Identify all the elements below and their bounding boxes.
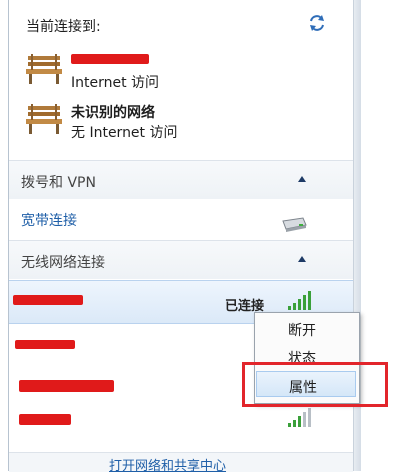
wifi-signal-icon xyxy=(288,408,311,427)
modem-icon xyxy=(282,217,307,232)
chevron-up-icon[interactable] xyxy=(297,255,307,263)
redacted-network-name xyxy=(71,54,149,64)
wifi-signal-icon xyxy=(288,291,311,310)
current-connection-heading: 当前连接到: xyxy=(26,19,101,35)
network-name: 未识别的网络 xyxy=(71,105,155,121)
dialup-vpn-section-header[interactable]: 拨号和 VPN xyxy=(9,160,353,199)
open-network-center-link[interactable]: 打开网络和共享中心 xyxy=(109,455,226,474)
highlight-annotation xyxy=(242,362,388,407)
redacted-wifi-name xyxy=(19,414,71,425)
network-item-unidentified[interactable]: 未识别的网络 无 Internet 访问 xyxy=(25,102,335,144)
broadband-connection-link[interactable]: 宽带连接 xyxy=(21,210,77,230)
chevron-up-icon[interactable] xyxy=(297,175,307,183)
menu-item-disconnect[interactable]: 断开 xyxy=(256,315,356,341)
network-item-connected[interactable]: Internet 访问 xyxy=(25,52,335,94)
wireless-title: 无线网络连接 xyxy=(21,255,105,271)
menu-item-label: 断开 xyxy=(288,323,316,339)
redacted-wifi-name xyxy=(15,340,75,349)
network-status: Internet 访问 xyxy=(71,75,160,91)
network-bench-icon xyxy=(26,54,62,84)
wireless-section-header[interactable]: 无线网络连接 xyxy=(9,240,353,279)
footer-bar: 打开网络和共享中心 xyxy=(9,452,353,474)
wifi-item[interactable] xyxy=(9,404,353,446)
redacted-wifi-name xyxy=(13,295,83,305)
redacted-wifi-name xyxy=(19,380,114,392)
dialup-vpn-title: 拨号和 VPN xyxy=(21,175,96,191)
current-connection-section: 当前连接到: Internet 访问 未识别的网络 无 Internet 访问 xyxy=(9,0,353,152)
network-bench-icon xyxy=(26,104,62,134)
network-status: 无 Internet 访问 xyxy=(71,125,178,141)
refresh-icon[interactable] xyxy=(307,13,327,33)
